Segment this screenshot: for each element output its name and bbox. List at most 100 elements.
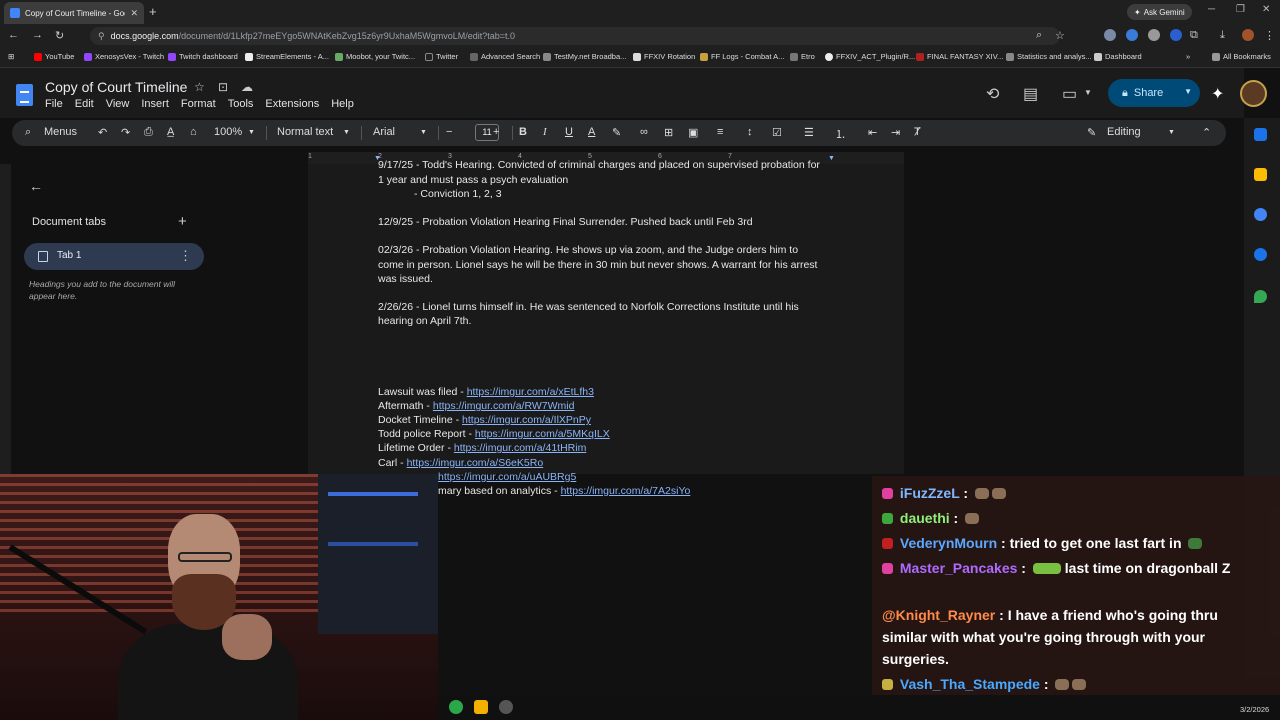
editing-mode-select[interactable]: Editing [1107, 126, 1141, 138]
clear-formatting-icon[interactable]: Ⱦ [914, 126, 921, 138]
zoom-icon[interactable]: ⌕ [1036, 29, 1042, 42]
bookmark-statistics[interactable]: Statistics and analys... [1006, 52, 1092, 61]
maximize-icon[interactable]: ❐ [1236, 4, 1245, 15]
app-icon[interactable] [499, 700, 513, 714]
bookmark-github[interactable]: FFXIV_ACT_Plugin/R... [825, 52, 915, 61]
paragraph-line[interactable]: come in person. Lionel says he will be t… [378, 258, 838, 272]
chevron-down-icon[interactable]: ▼ [1084, 88, 1092, 97]
star-icon[interactable]: ☆ [194, 80, 205, 94]
site-info-icon[interactable]: ⚲ [98, 31, 105, 42]
docs-logo-icon[interactable] [16, 84, 33, 106]
document-tab-item[interactable]: Tab 1 ⋮ [24, 243, 204, 270]
insert-image-icon[interactable]: ▣ [688, 126, 698, 139]
align-icon[interactable]: ≡ [717, 126, 723, 138]
keep-icon[interactable] [1254, 168, 1267, 181]
decrease-font-size-icon[interactable]: − [446, 126, 452, 138]
bookmark-twitch-channel[interactable]: XenosysVex - Twitch [84, 52, 164, 61]
tasks-icon[interactable] [1254, 208, 1267, 221]
apps-grid-icon[interactable]: ⊞ [8, 52, 14, 61]
extension-icon[interactable] [1104, 29, 1116, 41]
imgur-link[interactable]: https://imgur.com/a/xEtLfh3 [467, 386, 594, 398]
paragraph-line[interactable]: 02/3/26 - Probation Violation Hearing. H… [378, 243, 838, 257]
decrease-indent-icon[interactable]: ⇤ [868, 126, 877, 139]
comments-icon[interactable]: ▤ [1023, 84, 1038, 104]
bookmark-streamelements[interactable]: StreamElements - A... [245, 52, 329, 61]
calendar-icon[interactable] [1254, 128, 1267, 141]
collapse-toolbar-icon[interactable]: ⌃ [1202, 126, 1211, 139]
increase-indent-icon[interactable]: ⇥ [891, 126, 900, 139]
account-avatar[interactable] [1240, 80, 1267, 107]
menu-insert[interactable]: Insert [141, 98, 169, 110]
download-icon[interactable]: ⤓ [1220, 29, 1225, 42]
more-bookmarks-icon[interactable]: » [1186, 52, 1190, 61]
imgur-link[interactable]: https://imgur.com/a/7A2siYo [561, 485, 691, 497]
document-title[interactable]: Copy of Court Timeline [45, 79, 187, 95]
menu-extensions[interactable]: Extensions [265, 98, 319, 110]
bookmark-fflogs[interactable]: FF Logs - Combat A... [700, 52, 784, 61]
new-tab-button[interactable]: + [149, 4, 157, 19]
checklist-icon[interactable]: ☑ [772, 126, 782, 139]
bookmark-advanced-search[interactable]: Advanced Search [470, 52, 540, 61]
more-options-icon[interactable]: ⋮ [179, 248, 192, 264]
reload-icon[interactable]: ↻ [55, 29, 64, 42]
ask-gemini-button[interactable]: ✦ Ask Gemini [1127, 4, 1192, 20]
style-select[interactable]: Normal text [277, 126, 333, 138]
imgur-link[interactable]: https://imgur.com/a/5MKqILX [475, 428, 610, 440]
browser-menu-icon[interactable]: ⋮ [1264, 29, 1275, 42]
undo-icon[interactable]: ↶ [98, 126, 107, 139]
imgur-link[interactable]: https://imgur.com/a/IlXPnPy [462, 414, 591, 426]
bookmark-star-icon[interactable]: ☆ [1055, 29, 1065, 42]
menu-format[interactable]: Format [181, 98, 216, 110]
chevron-down-icon[interactable]: ▼ [1168, 129, 1175, 136]
share-button[interactable]: 🔒︎ Share ▼ [1108, 79, 1200, 107]
text-color-icon[interactable]: A [588, 126, 595, 138]
close-tab-icon[interactable]: ✕ [130, 8, 138, 19]
paragraph-line[interactable]: hearing on April 7th. [378, 314, 838, 328]
add-tab-button[interactable]: + [178, 213, 187, 230]
chevron-down-icon[interactable]: ▼ [343, 129, 350, 136]
chevron-down-icon[interactable]: ▼ [420, 129, 427, 136]
bookmark-twitch-dashboard[interactable]: Twitch dashboard [168, 52, 238, 61]
close-window-icon[interactable]: ✕ [1262, 4, 1270, 15]
spellcheck-icon[interactable]: A̲ [167, 126, 174, 138]
extensions-puzzle-icon[interactable]: ⧉ [1190, 29, 1198, 42]
paragraph-line[interactable]: 2/26/26 - Lionel turns himself in. He wa… [378, 300, 838, 314]
font-select[interactable]: Arial [373, 126, 395, 138]
contacts-icon[interactable] [1254, 248, 1267, 261]
bookmark-ffxiv[interactable]: FINAL FANTASY XIV... [916, 52, 1003, 61]
imgur-link[interactable]: https://imgur.com/a/RW7Wmid [433, 400, 575, 412]
menu-file[interactable]: File [45, 98, 63, 110]
app-icon[interactable] [449, 700, 463, 714]
forward-icon[interactable]: → [32, 29, 43, 41]
print-icon[interactable]: ⎙ [144, 126, 153, 139]
chevron-down-icon[interactable]: ▼ [1184, 87, 1192, 96]
bookmark-ffxiv-rotation[interactable]: FFXIV Rotation [633, 52, 695, 61]
vertical-ruler[interactable] [0, 164, 11, 474]
file-explorer-icon[interactable] [474, 700, 488, 714]
maps-icon[interactable] [1254, 290, 1267, 303]
link-icon[interactable]: ∞ [640, 126, 648, 138]
gemini-sparkle-icon[interactable]: ✦ [1211, 84, 1224, 104]
bookmark-etro[interactable]: Etro [790, 52, 815, 61]
paragraph-line[interactable]: 12/9/25 - Probation Violation Hearing Fi… [378, 215, 838, 229]
paragraph-line[interactable]: was issued. [378, 272, 838, 286]
paragraph-line[interactable]: 9/17/25 - Todd's Hearing. Convicted of c… [378, 158, 838, 172]
bookmark-youtube[interactable]: YouTube [34, 52, 74, 61]
menu-tools[interactable]: Tools [228, 98, 254, 110]
browser-tab[interactable]: Copy of Court Timeline - Goog ✕ [4, 2, 144, 24]
underline-icon[interactable]: U [565, 126, 573, 138]
bookmark-moobot[interactable]: Moobot, your Twitc... [335, 52, 415, 61]
paragraph-line[interactable]: 1 year and must pass a psych evaluation [378, 173, 838, 187]
redo-icon[interactable]: ↷ [121, 126, 130, 139]
version-history-icon[interactable]: ⟲ [986, 84, 999, 104]
bulleted-list-icon[interactable]: ☰ [804, 126, 814, 139]
all-bookmarks-button[interactable]: All Bookmarks [1212, 52, 1271, 61]
bookmark-testmy[interactable]: TestMy.net Broadba... [543, 52, 626, 61]
increase-font-size-icon[interactable]: + [493, 126, 499, 138]
extension-icon[interactable] [1148, 29, 1160, 41]
zoom-select[interactable]: 100% [214, 126, 242, 138]
back-icon[interactable]: ← [8, 29, 19, 41]
menu-help[interactable]: Help [331, 98, 354, 110]
menu-view[interactable]: View [106, 98, 130, 110]
move-folder-icon[interactable]: ⊡ [218, 80, 228, 94]
